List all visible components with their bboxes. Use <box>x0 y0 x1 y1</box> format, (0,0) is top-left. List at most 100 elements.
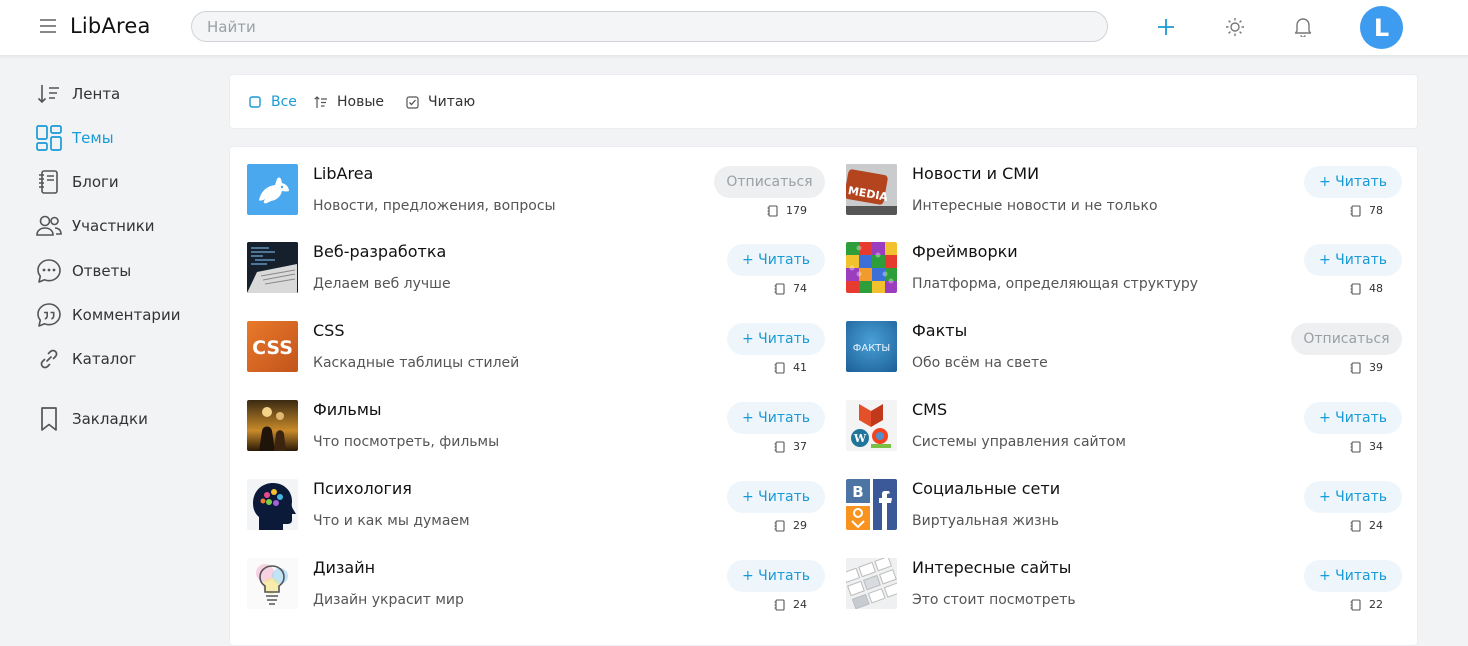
topic-title[interactable]: Интересные сайты <box>912 558 1071 577</box>
top-header: LibArea L <box>0 0 1468 56</box>
sidebar-item-comments[interactable]: Комментарии <box>36 300 180 330</box>
topic-post-count: 24 <box>774 598 807 611</box>
read-button[interactable]: + Читать <box>727 244 825 276</box>
websites-image[interactable] <box>846 558 897 609</box>
topic-item: CSS CSS Каскадные таблицы стилей + Читат… <box>247 321 825 381</box>
bookmark-icon <box>36 406 62 432</box>
read-button[interactable]: + Читать <box>1304 402 1402 434</box>
movie-poster-image[interactable] <box>247 400 298 451</box>
avatar[interactable]: L <box>1360 6 1403 49</box>
sidebar-item-answers[interactable]: Ответы <box>36 256 131 286</box>
bell-icon[interactable] <box>1288 12 1318 42</box>
topic-title[interactable]: CSS <box>313 321 344 340</box>
topic-post-count: 48 <box>1350 282 1383 295</box>
sun-icon[interactable] <box>1220 12 1250 42</box>
read-button[interactable]: + Читать <box>1304 166 1402 198</box>
topic-description: Это стоит посмотреть <box>912 592 1076 608</box>
posts-icon <box>1350 361 1361 374</box>
sidebar-item-members[interactable]: Участники <box>36 211 155 241</box>
chat-dots-icon <box>36 258 62 284</box>
sidebar-item-catalog[interactable]: Каталог <box>36 344 136 374</box>
topic-item: В Социальные сети Виртуальная жизнь + Чи… <box>846 479 1416 539</box>
sidebar-item-label: Закладки <box>72 410 148 428</box>
laptop-code-image[interactable] <box>247 242 298 293</box>
sidebar-item-label: Комментарии <box>72 306 181 324</box>
cms-logos-image[interactable]: W <box>846 400 897 451</box>
read-button[interactable]: + Читать <box>1304 481 1402 513</box>
filter-label: Все <box>271 94 297 110</box>
plus-icon[interactable] <box>1151 12 1181 42</box>
topic-description: Что посмотреть, фильмы <box>313 434 500 450</box>
topic-title[interactable]: Фильмы <box>313 400 382 419</box>
topic-title[interactable]: Веб-разработка <box>313 242 446 261</box>
site-logo[interactable]: LibArea <box>70 14 151 38</box>
posts-icon <box>774 282 785 295</box>
unsubscribe-button[interactable]: Отписаться <box>714 166 825 198</box>
sidebar-item-bookmarks[interactable]: Закладки <box>36 404 148 434</box>
topic-post-count: 74 <box>774 282 807 295</box>
topic-title[interactable]: Фреймворки <box>912 242 1018 261</box>
posts-icon <box>774 361 785 374</box>
sort-new-icon <box>314 95 328 109</box>
unsubscribe-button[interactable]: Отписаться <box>1291 323 1402 355</box>
topic-title[interactable]: LibArea <box>313 164 373 183</box>
topic-title[interactable]: Социальные сети <box>912 479 1060 498</box>
topic-item: Фильмы Что посмотреть, фильмы + Читать 3… <box>247 400 825 460</box>
sidebar-item-blogs[interactable]: Блоги <box>36 167 119 197</box>
sidebar-item-label: Каталог <box>72 350 137 368</box>
topic-item: LibArea Новости, предложения, вопросы От… <box>247 164 825 224</box>
filter-label: Читаю <box>428 94 476 110</box>
read-button[interactable]: + Читать <box>1304 244 1402 276</box>
topic-post-count: 78 <box>1350 204 1383 217</box>
topic-title[interactable]: Факты <box>912 321 967 340</box>
topic-title[interactable]: Психология <box>313 479 412 498</box>
libarea-logo-image[interactable] <box>247 164 298 215</box>
read-button[interactable]: + Читать <box>1304 560 1402 592</box>
sidebar-item-topics[interactable]: Темы <box>36 123 114 153</box>
topic-item: Интересные сайты Это стоит посмотреть + … <box>846 558 1416 618</box>
topic-post-count: 41 <box>774 361 807 374</box>
read-button[interactable]: + Читать <box>727 323 825 355</box>
filter-all[interactable]: Все <box>248 94 297 110</box>
grid-icon <box>36 125 62 151</box>
count-value: 24 <box>1369 519 1383 532</box>
social-logos-image[interactable]: В <box>846 479 897 530</box>
posts-icon <box>1350 282 1361 295</box>
topic-item: Дизайн Дизайн украсит мир + Читать 24 <box>247 558 825 618</box>
menu-icon[interactable] <box>40 19 56 35</box>
topic-description: Новости, предложения, вопросы <box>313 198 556 214</box>
media-key-image[interactable]: MEDIA <box>846 164 897 215</box>
read-button[interactable]: + Читать <box>727 481 825 513</box>
search-input[interactable] <box>191 11 1108 42</box>
count-value: 41 <box>793 361 807 374</box>
topic-title[interactable]: Новости и СМИ <box>912 164 1039 183</box>
topic-description: Обо всём на свете <box>912 355 1048 371</box>
read-button[interactable]: + Читать <box>727 560 825 592</box>
filter-label: Новые <box>337 94 385 110</box>
svg-text:CSS: CSS <box>252 337 293 359</box>
read-button[interactable]: + Читать <box>727 402 825 434</box>
posts-icon <box>774 598 785 611</box>
filter-new[interactable]: Новые <box>314 94 384 110</box>
posts-icon <box>1350 440 1361 453</box>
users-icon <box>36 213 62 239</box>
count-value: 39 <box>1369 361 1383 374</box>
posts-icon <box>774 440 785 453</box>
count-value: 22 <box>1369 598 1383 611</box>
filter-reading[interactable]: Читаю <box>405 94 475 110</box>
sidebar-item-feed[interactable]: Лента <box>36 79 120 109</box>
topic-post-count: 24 <box>1350 519 1383 532</box>
posts-icon <box>767 204 778 217</box>
topic-description: Каскадные таблицы стилей <box>313 355 520 371</box>
topic-title[interactable]: Дизайн <box>313 558 375 577</box>
topic-item: Фреймворки Платформа, определяющая струк… <box>846 242 1416 302</box>
css-logo-image[interactable]: CSS <box>247 321 298 372</box>
brain-head-image[interactable] <box>247 479 298 530</box>
lightbulb-image[interactable] <box>247 558 298 609</box>
facts-image[interactable]: ФАКТЫ <box>846 321 897 372</box>
topic-title[interactable]: CMS <box>912 400 947 419</box>
topic-item: Веб-разработка Делаем веб лучше + Читать… <box>247 242 825 302</box>
topic-item: W CMS Системы управления сайтом + Читать… <box>846 400 1416 460</box>
puzzle-image[interactable] <box>846 242 897 293</box>
topic-description: Платформа, определяющая структуру <box>912 276 1199 292</box>
